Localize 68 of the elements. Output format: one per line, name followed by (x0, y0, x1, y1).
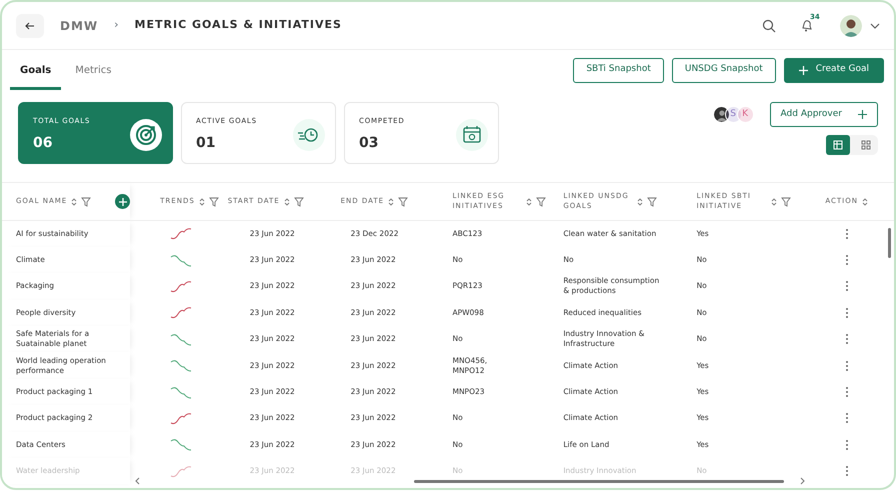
more-icon[interactable] (846, 308, 848, 318)
sort-icon[interactable] (526, 198, 532, 206)
filter-icon[interactable] (294, 196, 304, 206)
tab[interactable]: Goals (10, 53, 62, 90)
card-value: 06 (33, 134, 54, 153)
filter-icon[interactable] (398, 196, 408, 206)
filter-icon[interactable] (647, 197, 658, 207)
breadcrumb-link[interactable]: DMW (60, 16, 98, 34)
vertical-scrollbar[interactable] (888, 228, 891, 258)
trend-down-sparkline (170, 437, 192, 452)
more-icon[interactable] (846, 334, 848, 344)
table-view-button[interactable] (826, 135, 850, 155)
approver-avatar: K (736, 106, 754, 123)
sort-icon[interactable] (862, 198, 868, 206)
search-icon[interactable] (762, 18, 776, 32)
calendar-icon (456, 119, 488, 151)
user-avatar[interactable] (840, 14, 862, 36)
create-button[interactable]: Create Goal (784, 58, 884, 82)
approver-avatar (712, 106, 730, 123)
filter-icon[interactable] (208, 196, 219, 206)
card-value: 03 (359, 134, 380, 153)
sort-icon[interactable] (388, 198, 394, 206)
snapshot-button[interactable]: UNSDG Snapshot (672, 58, 776, 82)
more-icon[interactable] (846, 440, 848, 450)
grid-icon[interactable] (861, 140, 871, 150)
filter-icon[interactable] (81, 196, 92, 206)
snapshot-button[interactable]: SBTi Snapshot (573, 58, 664, 82)
more-icon[interactable] (846, 255, 848, 266)
more-icon[interactable] (846, 281, 848, 292)
tab[interactable]: Metrics (65, 53, 122, 90)
plus-icon[interactable] (858, 110, 867, 119)
trend-up-sparkline (170, 464, 192, 479)
more-icon[interactable] (846, 466, 848, 476)
trend-down-sparkline (170, 332, 192, 347)
sort-icon[interactable] (198, 198, 205, 206)
filter-icon[interactable] (536, 197, 546, 207)
clock-icon (293, 119, 325, 151)
trend-down-sparkline (170, 384, 192, 400)
more-icon[interactable] (846, 228, 848, 239)
trend-down-sparkline (170, 358, 192, 374)
more-icon[interactable] (846, 413, 848, 424)
approver-avatar: S (724, 106, 742, 123)
trend-up-sparkline (170, 226, 192, 242)
scroll-left-icon[interactable] (135, 477, 140, 485)
trend-up-sparkline (170, 305, 192, 320)
back-button[interactable] (16, 14, 44, 38)
add-approver-button[interactable]: Add Approver (770, 102, 878, 127)
more-icon[interactable] (846, 360, 848, 371)
back-arrow-icon[interactable] (25, 22, 35, 30)
filter-icon[interactable] (780, 197, 791, 207)
breadcrumb-separator: › (114, 17, 119, 34)
sort-icon[interactable] (284, 198, 290, 206)
chevron-down-icon[interactable] (870, 22, 880, 28)
horizontal-scrollbar[interactable] (414, 480, 784, 483)
more-icon[interactable] (846, 387, 848, 398)
trend-up-sparkline (170, 278, 192, 294)
target-icon (130, 119, 162, 151)
page-title: METRIC GOALS & INITIATIVES (134, 17, 342, 34)
card-value: 01 (196, 134, 216, 153)
sort-icon[interactable] (637, 198, 644, 206)
trend-down-sparkline (170, 252, 192, 268)
trend-up-sparkline (170, 410, 192, 426)
sort-icon[interactable] (71, 198, 78, 206)
scroll-right-icon[interactable] (800, 477, 805, 485)
bell-icon[interactable] (800, 18, 814, 32)
table-icon[interactable] (833, 140, 843, 150)
sort-icon[interactable] (770, 198, 777, 206)
add-column-button[interactable] (115, 194, 130, 209)
